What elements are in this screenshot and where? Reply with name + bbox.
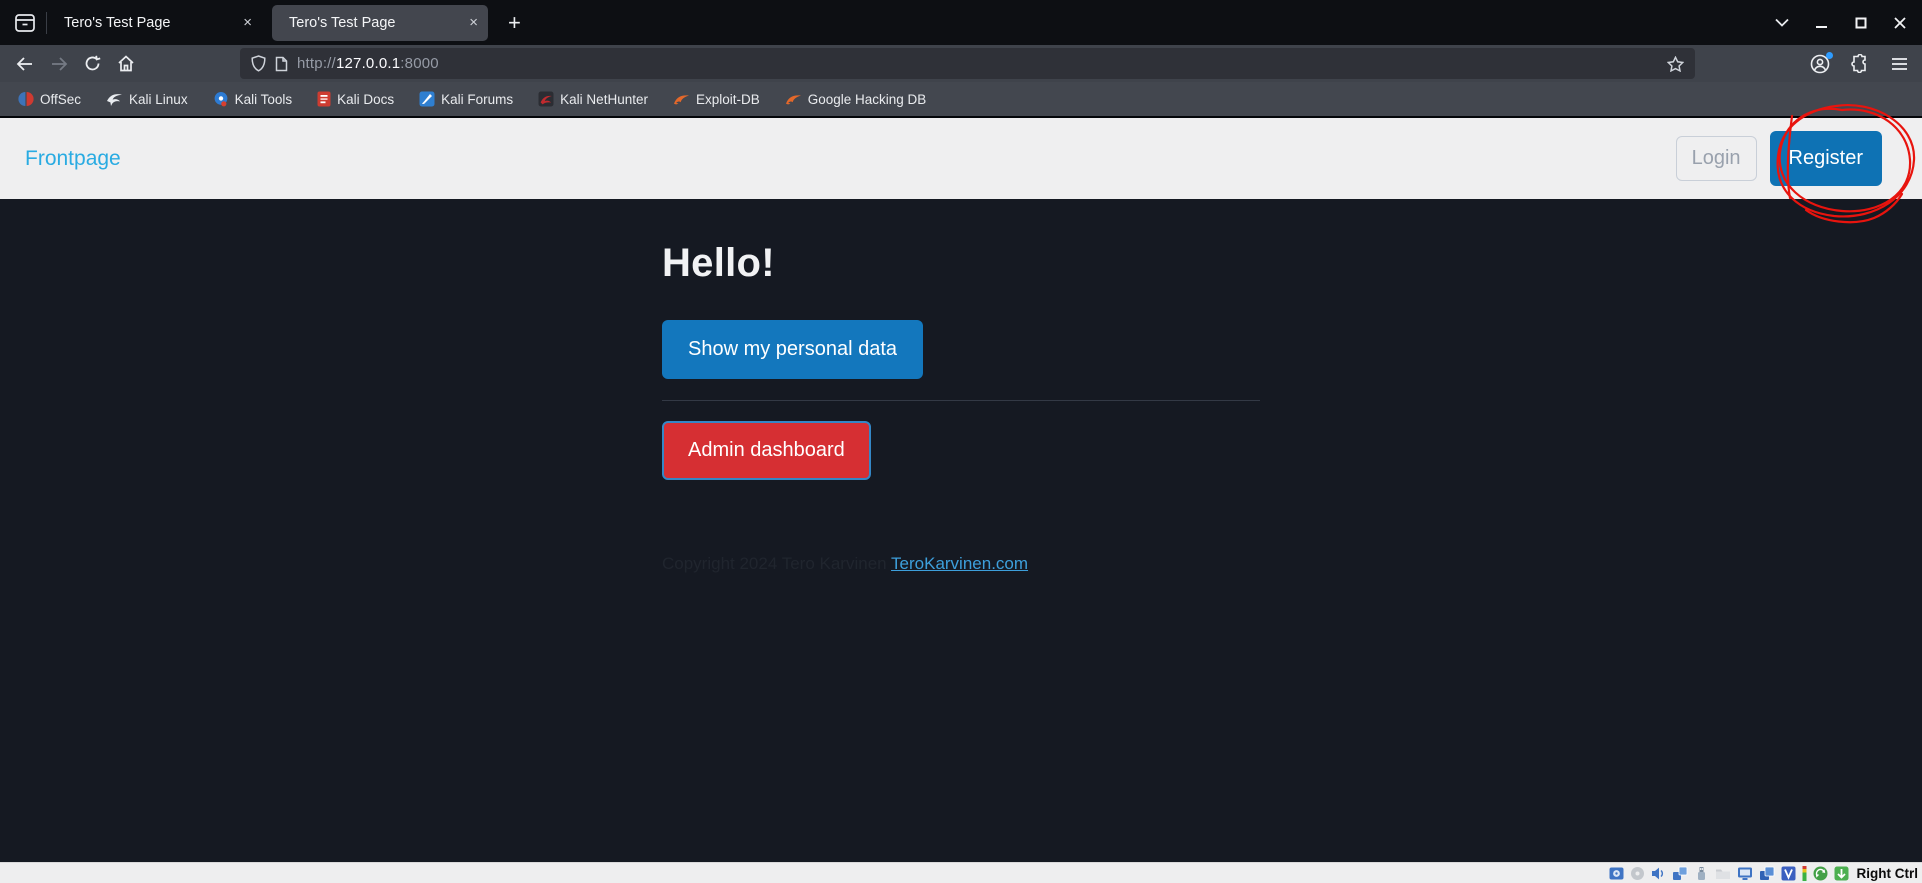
bookmark-offsec[interactable]: OffSec: [13, 88, 86, 110]
shield-icon[interactable]: [251, 55, 266, 72]
usb-icon[interactable]: [1694, 866, 1709, 881]
nav-buttons: [16, 45, 135, 82]
bookmarks-bar: OffSec Kali Linux Kali Tools Kali Docs K…: [0, 82, 1922, 116]
reload-icon[interactable]: [84, 55, 101, 72]
url-scheme: http://: [297, 55, 336, 72]
page-icon[interactable]: [275, 56, 288, 72]
bookmark-label: Kali Linux: [129, 92, 188, 107]
page-body: Hello! Show my personal data Admin dashb…: [0, 199, 1922, 862]
close-icon[interactable]: [1894, 17, 1906, 29]
divider: [662, 400, 1260, 401]
tab-close-icon[interactable]: ×: [469, 15, 478, 30]
bookmark-kali-linux[interactable]: Kali Linux: [101, 88, 193, 110]
minimize-icon[interactable]: [1816, 17, 1828, 29]
copyright-line: Copyright 2024 Tero Karvinen TeroKarvine…: [662, 554, 1260, 574]
account-notification-dot: [1826, 52, 1833, 59]
bookmark-label: Kali Docs: [337, 92, 394, 107]
bookmark-label: Kali Forums: [441, 92, 513, 107]
virtualbox-features-icon[interactable]: [1781, 866, 1796, 881]
bookmark-kali-docs[interactable]: Kali Docs: [312, 88, 399, 110]
tab-teros-test-page-2-active[interactable]: Tero's Test Page ×: [272, 5, 488, 41]
window-controls: [1775, 17, 1906, 29]
offsec-icon: [18, 91, 34, 107]
optical-disc-icon[interactable]: [1630, 866, 1645, 881]
kali-linux-icon: [106, 91, 123, 107]
bookmark-google-hacking-db[interactable]: Google Hacking DB: [780, 89, 932, 110]
recording-icon[interactable]: [1759, 866, 1775, 881]
bookmark-exploit-db[interactable]: Exploit-DB: [668, 89, 765, 110]
browser-toolbar: http://127.0.0.1:8000: [0, 45, 1922, 82]
show-personal-data-button[interactable]: Show my personal data: [662, 320, 923, 379]
hdd-icon[interactable]: [1609, 866, 1624, 881]
site-navbar: Frontpage Login Register: [0, 118, 1922, 199]
auto-resize-icon[interactable]: [1813, 866, 1828, 881]
admin-dashboard-button[interactable]: Admin dashboard: [662, 421, 871, 480]
toolbar-right-icons: [1810, 45, 1908, 82]
network-icon[interactable]: [1672, 866, 1688, 881]
page-title: Hello!: [662, 241, 1260, 286]
shared-folder-icon[interactable]: [1715, 866, 1731, 881]
page-content: Hello! Show my personal data Admin dashb…: [662, 199, 1260, 574]
virtualbox-status-bar: Right Ctrl: [0, 862, 1922, 883]
login-button[interactable]: Login: [1676, 136, 1757, 181]
back-icon[interactable]: [16, 56, 34, 72]
home-icon[interactable]: [117, 55, 135, 72]
kali-forums-icon: [419, 91, 435, 107]
kali-docs-icon: [317, 91, 331, 107]
kali-nethunter-icon: [538, 91, 554, 107]
bookmark-label: OffSec: [40, 92, 81, 107]
url-text[interactable]: http://127.0.0.1:8000: [297, 55, 439, 72]
bookmark-kali-forums[interactable]: Kali Forums: [414, 88, 518, 110]
url-bar[interactable]: http://127.0.0.1:8000: [240, 48, 1695, 79]
bookmark-label: Exploit-DB: [696, 92, 760, 107]
kali-tools-icon: [213, 91, 229, 107]
bookmark-star-icon[interactable]: [1667, 56, 1684, 72]
register-button[interactable]: Register: [1770, 131, 1882, 186]
menu-icon[interactable]: [1891, 57, 1908, 71]
browser-tab-bar: Tero's Test Page × Tero's Test Page × +: [0, 0, 1922, 45]
host-pointer-icon[interactable]: [1834, 866, 1849, 881]
bookmark-label: Kali Tools: [235, 92, 293, 107]
cpu-meter-icon[interactable]: [1802, 866, 1807, 881]
google-hacking-db-icon: [785, 92, 802, 107]
url-host: 127.0.0.1: [336, 55, 400, 72]
display-icon[interactable]: [1737, 866, 1753, 881]
new-tab-button[interactable]: +: [508, 10, 521, 36]
host-key-label: Right Ctrl: [1857, 866, 1919, 881]
bookmark-kali-tools[interactable]: Kali Tools: [208, 88, 298, 110]
tab-teros-test-page-1[interactable]: Tero's Test Page ×: [47, 0, 262, 45]
maximize-icon[interactable]: [1855, 17, 1867, 29]
copyright-text: Copyright 2024 Tero Karvinen: [662, 554, 891, 573]
tab-title: Tero's Test Page: [64, 15, 235, 31]
url-port: :8000: [400, 55, 439, 72]
tab-list-chevron-icon[interactable]: [1775, 18, 1789, 27]
bookmark-label: Kali NetHunter: [560, 92, 648, 107]
account-icon[interactable]: [1810, 54, 1830, 74]
frontpage-link[interactable]: Frontpage: [25, 147, 121, 171]
audio-icon[interactable]: [1651, 866, 1666, 881]
bookmark-label: Google Hacking DB: [808, 92, 927, 107]
tab-close-icon[interactable]: ×: [243, 15, 252, 30]
firefox-view-icon[interactable]: [13, 11, 37, 35]
terokarvinen-link[interactable]: TeroKarvinen.com: [891, 554, 1028, 573]
extensions-icon[interactable]: [1851, 54, 1870, 73]
bookmark-kali-nethunter[interactable]: Kali NetHunter: [533, 88, 653, 110]
tab-title: Tero's Test Page: [289, 15, 461, 31]
forward-icon[interactable]: [50, 56, 68, 72]
exploit-db-icon: [673, 92, 690, 107]
